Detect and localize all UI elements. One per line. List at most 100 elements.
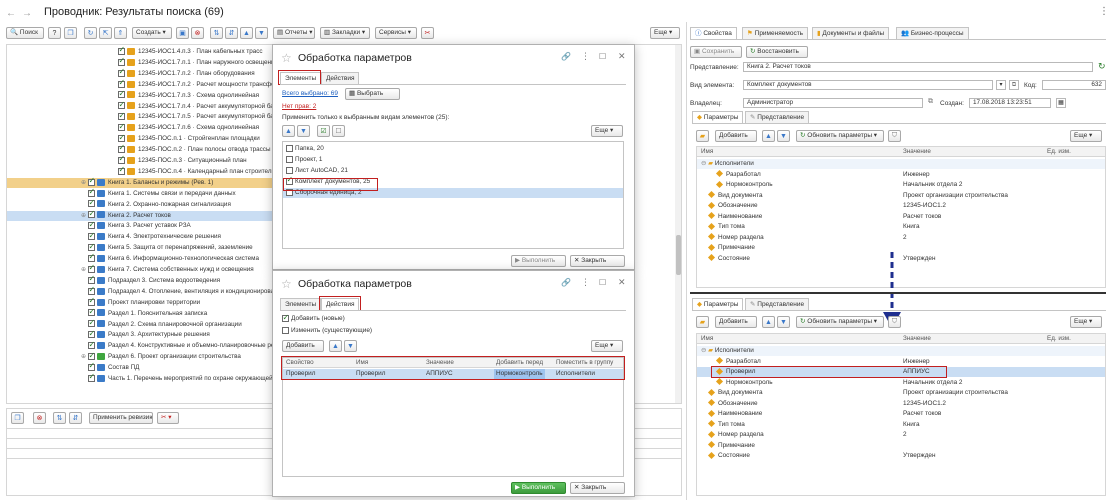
params-bottom-refresh-button[interactable]: ↻ Обновить параметры ▾ [796, 316, 884, 328]
tree-row[interactable]: Книга 4. Электротехнические решения [7, 231, 297, 242]
kind-dropdown-icon[interactable]: ▾ [996, 80, 1006, 90]
checkbox[interactable] [118, 111, 125, 121]
code-input[interactable]: 632 [1042, 80, 1106, 90]
revision-tools-button[interactable]: ✂ ▾ [157, 412, 179, 424]
checkbox[interactable] [118, 45, 125, 55]
save-button[interactable]: ▣ Сохранить [690, 46, 742, 58]
more-icon[interactable]: ⋮ [581, 51, 590, 62]
list-item[interactable]: Папка, 20 [283, 144, 623, 154]
params-bottom-down-button[interactable]: ▼ [777, 316, 790, 328]
nav-back-button[interactable]: ← [6, 8, 16, 19]
dialog2-down-button[interactable]: ▼ [344, 340, 357, 352]
tree-row[interactable]: 12345-ИОС1.7.п.4 · Расчет аккумуляторной… [7, 100, 297, 112]
params-top-up-button[interactable]: ▲ [762, 130, 775, 142]
checkbox[interactable] [88, 263, 95, 273]
expand-icon[interactable]: ⊕ [79, 211, 88, 221]
dialog1-close-button[interactable]: ✕ Закрыть [570, 255, 625, 267]
maximize-icon[interactable]: ☐ [599, 52, 606, 61]
tree-row[interactable]: ⊕ Книга 1. Балансы и режимы (Рев. 1) [7, 176, 297, 188]
add-new-checkbox[interactable]: Добавить (новые) [282, 313, 345, 322]
checkbox[interactable] [88, 242, 95, 252]
checkbox[interactable] [88, 231, 95, 241]
services-button[interactable]: Сервисы ▾ [375, 27, 417, 39]
maximize-icon[interactable]: ☐ [599, 278, 606, 287]
dialog1-more-button[interactable]: Еще ▾ [591, 125, 623, 137]
params-top-down-button[interactable]: ▼ [777, 130, 790, 142]
dialog2-close-button[interactable]: ✕ Закрыть [570, 482, 625, 494]
checkbox[interactable] [286, 166, 293, 174]
revision-delete-button[interactable]: ⊗ [33, 412, 46, 424]
tree-row[interactable]: Раздел 3. Архитектурные решения [7, 329, 297, 340]
params-top-add-button[interactable]: Добавить [715, 130, 757, 142]
change-existing-checkbox[interactable]: Изменить (существующие) [282, 327, 372, 334]
list-item[interactable]: Лист AutoCAD, 21 [283, 166, 623, 176]
param-row[interactable]: ⊖ ▰ Исполнители [697, 159, 1105, 169]
save-button[interactable]: ▣ [176, 27, 189, 39]
tree-row[interactable]: 12345-ИОС1.7.п.2 · Расчет мощности транс… [7, 78, 299, 90]
checkbox[interactable] [88, 340, 95, 350]
tab-actions[interactable]: Действия [321, 72, 360, 84]
kind-open-icon[interactable]: ⧉ [1009, 80, 1019, 90]
tree-row[interactable]: Раздел 4. Конструктивные и объемно-плани… [7, 340, 297, 351]
checkbox[interactable] [88, 198, 95, 208]
checkbox[interactable] [88, 361, 95, 371]
tab-business-processes[interactable]: 👥 Бизнес-процессы [896, 27, 969, 39]
params-bottom-add-button[interactable]: Добавить [715, 316, 757, 328]
checkbox[interactable] [118, 122, 125, 132]
tree-row[interactable]: Подраздел 3. Система водоотведения [7, 274, 297, 286]
checkbox[interactable] [88, 285, 95, 295]
owner-open-icon[interactable]: ⧉ [928, 98, 933, 106]
tree-row[interactable]: 12345-ПОС.п.4 · Календарный план строите… [7, 165, 297, 177]
kind-select[interactable]: Комплект документов [743, 80, 993, 90]
left-more-button[interactable]: Еще ▾ [650, 27, 680, 39]
expand-icon[interactable]: ⊕ [79, 265, 88, 275]
params-bottom-folder-button[interactable]: ▰ [696, 316, 709, 328]
param-row[interactable]: Вид документа Проект организации строител… [697, 388, 1105, 398]
dialog1-execute-button[interactable]: ▶ Выполнить [511, 255, 566, 267]
params-top-refresh-button[interactable]: ↻ Обновить параметры ▾ [796, 130, 884, 142]
tree-row[interactable]: ⊕ Книга 7. Система собственных нужд и осв… [7, 263, 297, 275]
checkbox[interactable] [118, 78, 125, 88]
list-down-button[interactable]: ▼ [297, 125, 310, 137]
param-row[interactable]: Наименование Расчет токов [697, 409, 1105, 419]
revision-sort-desc-button[interactable]: ⇵ [69, 412, 82, 424]
tree-row[interactable]: 12345-ИОС1.7.п.2 · План оборудования [7, 67, 297, 79]
tree-row[interactable]: Раздел 2. Схема планировочной организаци… [7, 318, 297, 330]
no-rights-link[interactable]: Нет прав: 2 [282, 103, 316, 110]
calendar-icon[interactable]: ▦ [1056, 98, 1066, 108]
dialog2-add-button[interactable]: Добавить [282, 340, 324, 352]
params-top-more-button[interactable]: Еще ▾ [1070, 130, 1102, 142]
help-button[interactable]: ? [48, 27, 61, 39]
check-all-button[interactable]: ☑ [317, 125, 330, 137]
param-row[interactable]: Нормоконтроль Начальник отдела 2 [697, 180, 1105, 190]
param-row[interactable]: Номер раздела 2 [697, 430, 1105, 440]
tree-row[interactable]: Раздел 1. Пояснительная записка [7, 307, 297, 319]
checkbox[interactable] [118, 67, 125, 77]
tree-row[interactable]: 12345-ИОС1.7.п.1 · План наружного освеще… [7, 56, 297, 68]
dialog2-execute-button[interactable]: ▶ Выполнить [511, 482, 566, 494]
tab-repr-bottom[interactable]: ✎ Представление [745, 298, 810, 310]
dialog2-up-button[interactable]: ▲ [329, 340, 342, 352]
select-button[interactable]: ▦ Выбрать [345, 88, 400, 100]
panel-splitter[interactable] [686, 22, 687, 500]
list-up-button[interactable]: ▲ [282, 125, 295, 137]
tree-scrollbar[interactable] [675, 45, 681, 403]
params-bottom-up-button[interactable]: ▲ [762, 316, 775, 328]
tab-docs-files[interactable]: ▮ Документы и файлы [812, 27, 890, 39]
params-top-filter-button[interactable]: ⛉ [888, 130, 901, 142]
param-row[interactable]: Обозначение 12345-ИОС1.2 [697, 399, 1105, 409]
param-row[interactable]: Примечание [697, 441, 1105, 451]
up-button[interactable]: ⇑ [114, 27, 127, 39]
reports-button[interactable]: ▤ Отчеты ▾ [273, 27, 315, 39]
window-menu-icon[interactable]: ⋮ [1099, 6, 1109, 17]
tree-row[interactable]: 12345-ИОС1.7.п.3 · Схема однолинейная [7, 89, 297, 101]
move-down-button[interactable]: ▼ [255, 27, 268, 39]
checkbox[interactable] [88, 220, 95, 230]
param-row[interactable]: Тип тома Книга [697, 222, 1105, 232]
tree-row[interactable]: Книга 5. Защита от перенапряжений, зазем… [7, 242, 297, 253]
param-row[interactable]: Тип тома Книга [697, 420, 1105, 430]
checkbox[interactable] [118, 143, 125, 153]
checkbox[interactable] [88, 318, 95, 328]
checkbox[interactable] [118, 89, 125, 99]
link-icon[interactable]: 🔗 [561, 52, 571, 61]
